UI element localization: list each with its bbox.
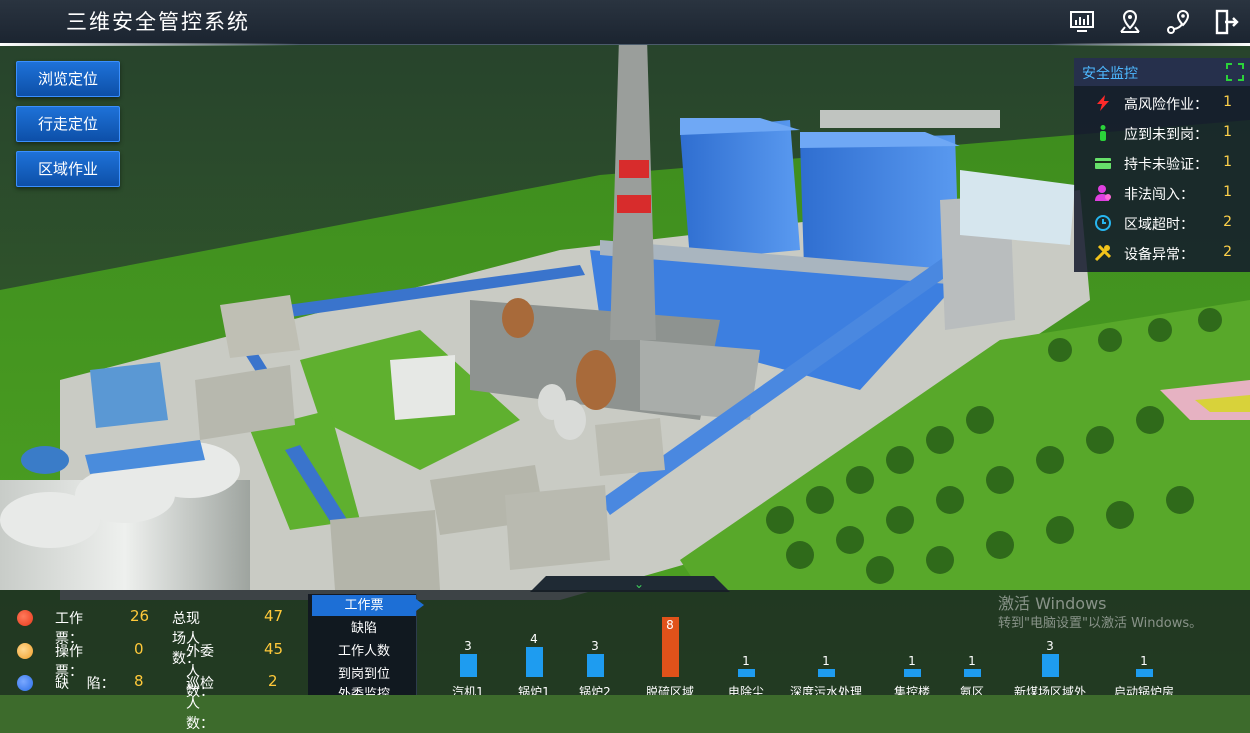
chevron-down-icon: ⌄ <box>634 577 645 591</box>
chart-category-label: 启动锅炉房 <box>1113 685 1174 695</box>
chart-bar-value: 8 <box>666 618 674 632</box>
security-item-label: 区域超时： <box>1124 217 1194 233</box>
operation-ticket-dot <box>17 643 33 659</box>
chart-bar[interactable] <box>964 669 981 677</box>
monitor-chart-icon[interactable] <box>1058 4 1106 40</box>
security-item-intrusion[interactable]: 非法闯入： 1 <box>1074 178 1250 208</box>
chart-bar[interactable] <box>904 669 921 677</box>
header-accent-line-right <box>1050 43 1250 46</box>
security-panel-title: 安全监控 <box>1082 66 1138 82</box>
chart-bar[interactable] <box>526 647 543 677</box>
tab-contractor-monitor[interactable]: 外委监控 <box>312 687 416 695</box>
work-ticket-dot <box>17 610 33 626</box>
app-title: 三维安全管控系统 <box>66 10 250 34</box>
active-tab-arrow <box>416 599 424 611</box>
chart-category-label: 新煤场区域外 <box>1013 685 1086 695</box>
chart-bar-value: 1 <box>1140 654 1148 668</box>
tab-defect[interactable]: 缺陷 <box>312 618 416 639</box>
chart-category-label: 电除尘 <box>727 685 764 695</box>
stat-value: 0 <box>134 640 144 658</box>
security-item-area-timeout[interactable]: 区域超时： 2 <box>1074 208 1250 238</box>
security-item-value: 1 <box>1223 184 1232 200</box>
logout-icon[interactable] <box>1202 4 1250 40</box>
chart-bar-value: 1 <box>968 654 976 668</box>
security-item-value: 1 <box>1223 94 1232 110</box>
security-item-value: 1 <box>1223 154 1232 170</box>
defect-dot <box>17 675 33 691</box>
top-toolbar <box>1058 4 1250 40</box>
card-icon <box>1095 158 1111 169</box>
person-icon <box>1100 125 1106 141</box>
security-item-card-unverified[interactable]: 持卡未验证： 1 <box>1074 148 1250 178</box>
chart-bar[interactable] <box>587 654 604 677</box>
chart-bar-value: 3 <box>464 639 472 653</box>
chart-category-label: 锅炉2 <box>579 685 611 695</box>
tab-worker-count[interactable]: 工作人数 <box>312 641 416 662</box>
chart-bar-value: 3 <box>591 639 599 653</box>
security-item-label: 设备异常： <box>1124 247 1194 263</box>
stat-value: 2 <box>268 672 278 690</box>
chart-bar-value: 3 <box>1046 639 1054 653</box>
fullscreen-icon[interactable] <box>1226 63 1244 81</box>
clock-icon <box>1095 215 1111 231</box>
browse-locate-button[interactable]: 浏览定位 <box>16 61 120 97</box>
chart-bar[interactable] <box>818 669 835 677</box>
chart-category-label: 氨区 <box>959 685 984 695</box>
chart-bar-value: 1 <box>742 654 750 668</box>
security-item-label: 应到未到岗： <box>1124 127 1208 143</box>
chart-bar-value: 1 <box>822 654 830 668</box>
chart-bar[interactable] <box>1136 669 1153 677</box>
chart-bar[interactable] <box>460 654 477 677</box>
chart-category-label: 深度污水处理 <box>789 685 862 695</box>
tab-on-duty[interactable]: 到岗到位 <box>312 664 416 685</box>
chart-bar-value: 1 <box>908 654 916 668</box>
area-work-button[interactable]: 区域作业 <box>16 151 120 187</box>
walk-locate-button[interactable]: 行走定位 <box>16 106 120 142</box>
route-icon[interactable] <box>1154 4 1202 40</box>
stat-value: 45 <box>264 640 284 658</box>
chart-bar[interactable] <box>738 669 755 677</box>
chart-bar-value: 4 <box>530 632 538 646</box>
stat-value: 26 <box>130 607 150 625</box>
windows-activation-hint: 转到"电脑设置"以激活 Windows。 <box>998 616 1203 631</box>
stat-value: 47 <box>264 607 284 625</box>
security-item-value: 2 <box>1223 244 1232 260</box>
security-item-label: 非法闯入： <box>1124 187 1194 203</box>
security-item-high-risk[interactable]: 高风险作业： 1 <box>1074 88 1250 118</box>
security-monitor-panel: 安全监控 高风险作业： 1 应到未到岗： 1 持卡未验证： 1 非法闯入： 1 … <box>1074 58 1250 272</box>
intruder-icon <box>1095 185 1111 201</box>
location-pin-icon[interactable] <box>1106 4 1154 40</box>
lightning-icon <box>1097 95 1109 111</box>
stat-label: 缺 陷： <box>55 676 115 692</box>
tools-icon <box>1094 244 1112 262</box>
header-accent-line-left <box>0 43 300 46</box>
security-item-value: 2 <box>1223 214 1232 230</box>
security-item-label: 高风险作业： <box>1124 97 1208 113</box>
chart-category-label: 脱硫区域 <box>645 685 694 695</box>
category-tabs: 工作票 缺陷 工作人数 到岗到位 外委监控 <box>308 594 417 695</box>
stat-value: 8 <box>134 672 144 690</box>
chart-bar[interactable] <box>1042 654 1059 677</box>
security-panel-header: 安全监控 <box>1074 58 1250 86</box>
security-item-label: 持卡未验证： <box>1124 157 1208 173</box>
security-item-absent[interactable]: 应到未到岗： 1 <box>1074 118 1250 148</box>
security-item-device-fault[interactable]: 设备异常： 2 <box>1074 238 1250 268</box>
tab-work-ticket[interactable]: 工作票 <box>312 595 416 616</box>
security-item-value: 1 <box>1223 124 1232 140</box>
windows-activation-watermark: 激活 Windows <box>998 594 1107 613</box>
stat-label: 巡检人数： <box>186 676 214 732</box>
top-header: 三维安全管控系统 <box>0 0 1250 46</box>
